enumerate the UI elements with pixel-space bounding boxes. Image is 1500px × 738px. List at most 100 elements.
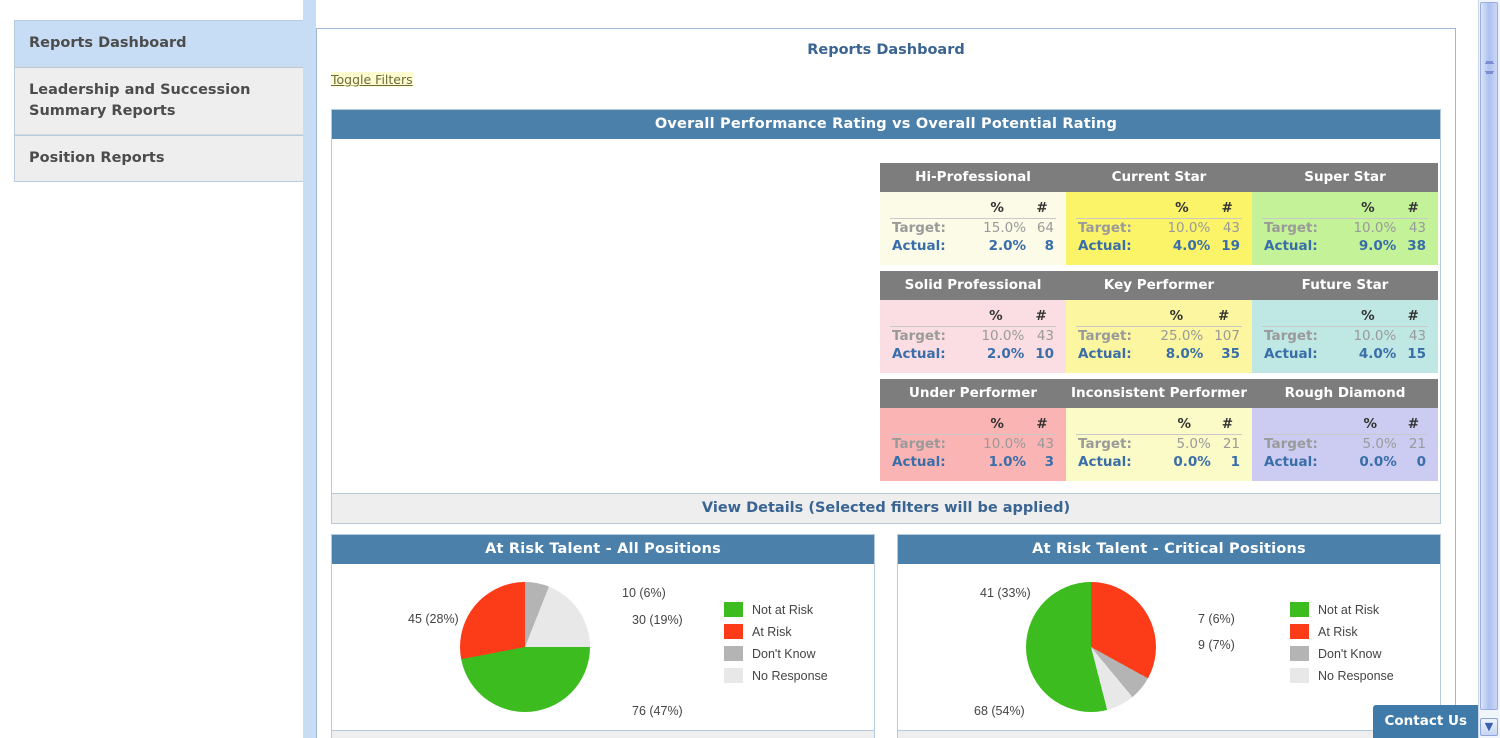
page-scrollbar[interactable]: ▼ (1478, 0, 1500, 738)
target-label: Target: (1078, 328, 1132, 344)
target-label: Target: (1264, 220, 1318, 236)
view-details-link[interactable]: View Details (Selected filters will be a… (332, 493, 1440, 523)
sidebar-item-leadership-succession[interactable]: Leadership and Succession Summary Report… (15, 67, 303, 136)
pie-callout: 76 (47%) (632, 704, 683, 718)
target-label: Target: (1264, 328, 1318, 344)
target-label: Target: (892, 328, 946, 344)
actual-count: 15 (1407, 346, 1426, 362)
nine-box-cell[interactable]: Super Star% # Target: 10.0% 43 Actual: 9.0% 38 (1252, 163, 1438, 265)
nine-box-cell-header-row: % # (1076, 200, 1242, 219)
actual-percent: 4.0% (1358, 346, 1397, 362)
nine-box-cell[interactable]: Solid Professional% # Target: 10.0% 43 Actual… (880, 271, 1066, 373)
nine-box-cell-title: Key Performer (1066, 271, 1252, 300)
performance-potential-panel: Overall Performance Rating vs Overall Po… (331, 109, 1441, 524)
toggle-filters-link[interactable]: Toggle Filters (331, 72, 413, 87)
nine-box-cell-title: Current Star (1066, 163, 1252, 192)
nine-box-cell-body: % # Target: 10.0% 43 Actual: 1.0% 3 (880, 408, 1066, 481)
sidebar-item-label: Leadership and Succession Summary Report… (29, 82, 251, 120)
actual-count: 35 (1221, 346, 1240, 362)
actual-label: Actual: (892, 238, 946, 254)
col-header-count: # (1398, 308, 1428, 327)
nine-box-cell-header-row: % # (1076, 416, 1242, 435)
target-row: Target: 5.0% 21 (1262, 435, 1428, 454)
panel-title: At Risk Talent - Critical Positions (898, 535, 1440, 564)
nine-box-cell[interactable]: Under Performer% # Target: 10.0% 43 Actual: 1.… (880, 379, 1066, 481)
nine-box-cell[interactable]: Future Star% # Target: 10.0% 43 Actual: 4.0% 15 (1252, 271, 1438, 373)
pie-graphic (460, 582, 590, 712)
target-count: 21 (1222, 436, 1240, 452)
col-header-percent: % (1147, 308, 1206, 327)
nine-box-cell[interactable]: Hi-Professional% # Target: 15.0% 64 Actual: 2.… (880, 163, 1066, 265)
actual-percent: 4.0% (1172, 238, 1211, 254)
nine-box-cell-title: Rough Diamond (1252, 379, 1438, 408)
view-details-link[interactable]: View Details (Selected filters will be a… (898, 730, 1440, 738)
target-percent: 10.0% (1167, 220, 1211, 236)
actual-label: Actual: (1078, 238, 1132, 254)
legend-label: Don't Know (752, 646, 816, 661)
nine-box-cell-body: % # Target: 25.0% 107 Actual: 8.0% 35 (1066, 300, 1252, 373)
target-count: 64 (1036, 220, 1054, 236)
nine-box-grid: Hi-Professional% # Target: 15.0% 64 Actual: 2.… (332, 139, 1440, 493)
sidebar-item-label: Position Reports (29, 150, 165, 167)
actual-label: Actual: (892, 454, 946, 470)
target-row: Target: 25.0% 107 (1076, 327, 1242, 346)
actual-percent: 2.0% (988, 238, 1027, 254)
nine-box-cell[interactable]: Key Performer % # Target: 25.0% 107 Actual: 8.0… (1066, 271, 1252, 373)
actual-row: Actual: 8.0% 35 (1076, 345, 1242, 363)
legend-swatch-icon (1290, 624, 1309, 639)
target-count: 43 (1408, 328, 1426, 344)
pie-callout: 10 (6%) (622, 586, 666, 600)
col-header-blank (1076, 200, 1152, 219)
nine-box-cell-body: % # Target: 15.0% 64 Actual: 2.0% 8 (880, 192, 1066, 265)
nine-box-cell[interactable]: Rough Diamond% # Target: 5.0% 21 Actual: 0.0% 0 (1252, 379, 1438, 481)
nine-box-cell-header-row: % # (1076, 308, 1242, 327)
sidebar-item-reports-dashboard[interactable]: Reports Dashboard (15, 20, 303, 68)
nine-box-row: Under Performer% # Target: 10.0% 43 Actual: 1.… (880, 379, 1438, 481)
scroll-down-arrow-icon[interactable]: ▼ (1480, 718, 1498, 736)
nine-box-cell[interactable]: Inconsistent Performer% # Target: 5.0% 21 Act… (1066, 379, 1252, 481)
target-count: 43 (1222, 220, 1240, 236)
nine-box-cell-header-row: % # (890, 200, 1056, 219)
nine-box-cell-body: % # Target: 5.0% 21 Actual: 0.0% 0 (1252, 408, 1438, 481)
sidebar-item-position-reports[interactable]: Position Reports (15, 135, 303, 182)
scrollbar-thumb[interactable] (1480, 2, 1498, 710)
actual-percent: 0.0% (1173, 454, 1211, 470)
col-header-count: # (1212, 200, 1242, 219)
view-details-link[interactable]: View Details (Selected filters will be a… (332, 730, 874, 738)
legend-item: Not at Risk (724, 602, 828, 617)
actual-percent: 2.0% (986, 346, 1025, 362)
target-row: Target: 10.0% 43 (890, 327, 1056, 346)
nine-box-row: Solid Professional% # Target: 10.0% 43 Actual… (880, 271, 1438, 373)
col-header-blank (1076, 416, 1156, 435)
actual-count: 38 (1407, 238, 1426, 254)
target-percent: 10.0% (983, 436, 1027, 452)
nine-box-cell-table: % # Target: 5.0% 21 Actual: 0.0% 0 (1262, 416, 1428, 471)
legend-label: Not at Risk (1318, 602, 1380, 617)
col-header-count: # (1212, 416, 1242, 435)
target-percent: 10.0% (1353, 220, 1397, 236)
col-header-percent: % (966, 200, 1029, 219)
actual-row: Actual: 9.0% 38 (1262, 237, 1428, 255)
legend-item: No Response (1290, 668, 1394, 683)
actual-label: Actual: (1264, 454, 1318, 470)
actual-row: Actual: 4.0% 19 (1076, 237, 1242, 255)
sidebar-nav: Reports Dashboard Leadership and Success… (14, 20, 304, 183)
legend-swatch-icon (724, 602, 743, 617)
nine-box-cell[interactable]: Current Star% # Target: 10.0% 43 Actual: 4.0% 1… (1066, 163, 1252, 265)
actual-label: Actual: (1078, 454, 1132, 470)
actual-row: Actual: 2.0% 8 (890, 237, 1056, 255)
target-count: 43 (1036, 436, 1054, 452)
actual-percent: 0.0% (1359, 454, 1397, 470)
nine-box-cell-title: Solid Professional (880, 271, 1066, 300)
target-row: Target: 10.0% 43 (890, 435, 1056, 454)
nine-box-cell-table: % # Target: 25.0% 107 Actual: 8.0% 35 (1076, 308, 1242, 363)
nine-box-cell-body: % # Target: 10.0% 43 Actual: 4.0% 19 (1066, 192, 1252, 265)
col-header-percent: % (1337, 200, 1399, 219)
target-percent: 10.0% (981, 328, 1025, 344)
actual-count: 1 (1230, 454, 1240, 470)
contact-us-tab[interactable]: Contact Us (1373, 705, 1478, 738)
nine-box-cell-body: % # Target: 10.0% 43 Actual: 9.0% 38 (1252, 192, 1438, 265)
col-header-count: # (1028, 416, 1056, 435)
target-row: Target: 5.0% 21 (1076, 435, 1242, 454)
nine-box-cell-table: % # Target: 10.0% 43 Actual: 4.0% 19 (1076, 200, 1242, 255)
